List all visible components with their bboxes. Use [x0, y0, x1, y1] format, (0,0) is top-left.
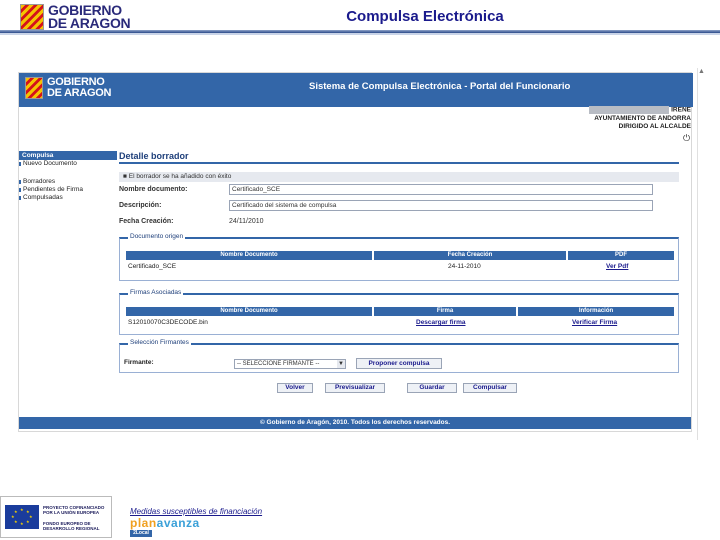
download-signature-link[interactable]: Descargar firma [416, 319, 466, 326]
signer-label: Firmante: [124, 359, 154, 366]
name-row: Nombre documento: Certificado_SCE [119, 182, 679, 198]
frame-scrollbar[interactable] [697, 68, 705, 440]
signatures-section: Firmas Asociadas Nombre Documento Firma … [119, 289, 679, 335]
signers-title: Selección Firmantes [128, 339, 191, 346]
name-field[interactable]: Certificado_SCE [229, 184, 653, 195]
slide-header: GOBIERNO DE ARAGON Compulsa Electrónica [0, 0, 720, 36]
eu-text-line4: DESARROLLO REGIONAL [43, 526, 100, 531]
signatures-title: Firmas Asociadas [128, 289, 184, 296]
signature-doc-name: S12010070C3DECODE.bin [128, 319, 208, 326]
sidebar-item-new-document[interactable]: Nuevo Documento [19, 160, 117, 168]
success-message: ■ El borrador se ha añadido con éxito [119, 172, 679, 182]
col-document-name: Nombre Documento [126, 251, 372, 260]
slide-title: Compulsa Electrónica [346, 8, 504, 25]
original-doc-date: 24-11-2010 [448, 263, 481, 270]
sidebar: Compulsa Nuevo Documento Borradores Pend… [19, 151, 117, 202]
description-row: Descripción: Certificado del sistema de … [119, 198, 679, 214]
original-doc-name: Certificado_SCE [128, 263, 177, 270]
portal-logo[interactable]: GOBIERNO DE ARAGON [25, 77, 111, 99]
funding-text: Medidas susceptibles de financiación [130, 507, 263, 516]
portal-screenshot: GOBIERNO DE ARAGON Sistema de Compulsa E… [18, 72, 693, 432]
date-row: Fecha Creación: 24/11/2010 [119, 214, 679, 230]
user-name: IRENE [671, 106, 691, 114]
sidebar-header: Compulsa [19, 151, 117, 160]
redacted-user-name [589, 106, 670, 114]
plan-logo-text-b: avanza [156, 516, 200, 530]
sidebar-item-drafts[interactable]: Borradores [19, 178, 117, 186]
name-label: Nombre documento: [119, 186, 188, 193]
portal-header: GOBIERNO DE ARAGON Sistema de Compulsa E… [19, 73, 693, 107]
plan-local-badge: 2Local [130, 530, 152, 537]
aragon-flag-icon [20, 4, 44, 30]
plan-logo-text-a: plan [130, 516, 157, 530]
preview-button[interactable]: Previsualizar [325, 383, 385, 393]
col-creation-date: Fecha Creación [374, 251, 566, 260]
sidebar-item-certified[interactable]: Compulsadas [19, 194, 117, 202]
user-info: IRENE AYUNTAMIENTO DE ANDORRA DIRIGIDO A… [579, 106, 691, 131]
portal-title: Sistema de Compulsa Electrónica - Portal… [309, 81, 571, 92]
verify-signature-link[interactable]: Verificar Firma [572, 319, 617, 326]
eu-flag-icon: ★ ★ ★ ★ ★ ★ ★ ★ [5, 505, 39, 529]
gobierno-aragon-logo: GOBIERNO DE ARAGON [20, 2, 132, 32]
signer-select[interactable]: -- SELECCIONE FIRMANTE -- ▼ [234, 359, 346, 369]
header-divider-light [0, 33, 720, 35]
main-content: Detalle borrador ■ El borrador se ha aña… [119, 151, 679, 230]
col-pdf: PDF [568, 251, 674, 260]
description-label: Descripción: [119, 202, 162, 209]
user-role: DIRIGIDO AL ALCALDE [618, 122, 691, 130]
eu-text-line2: POR LA UNIÓN EUROPEA [43, 510, 100, 515]
save-button[interactable]: Guardar [407, 383, 457, 393]
eu-funding-logo: ★ ★ ★ ★ ★ ★ ★ ★ PROYECTO COFINANCIADO POR LA … [0, 496, 112, 538]
propose-certification-button[interactable]: Proponer compulsa [356, 358, 442, 369]
user-org: AYUNTAMIENTO DE ANDORRA [594, 114, 691, 122]
col-signature-document: Nombre Documento [126, 307, 372, 316]
chevron-down-icon: ▼ [337, 360, 345, 368]
scroll-up-icon[interactable]: ▲ [698, 68, 705, 75]
portal-footer: © Gobierno de Aragón, 2010. Todos los de… [19, 417, 691, 429]
logo-line2: DE ARAGON [48, 15, 131, 31]
page-title: Detalle borrador [119, 151, 189, 161]
certify-button[interactable]: Compulsar [463, 383, 517, 393]
signers-section: Selección Firmantes Firmante: -- SELECCI… [119, 339, 679, 373]
sidebar-item-pending-signature[interactable]: Pendientes de Firma [19, 186, 117, 194]
col-information: Información [518, 307, 674, 316]
logout-icon[interactable]: ⏻ [683, 133, 690, 144]
description-field[interactable]: Certificado del sistema de compulsa [229, 200, 653, 211]
date-label: Fecha Creación: [119, 218, 174, 225]
aragon-flag-icon [25, 77, 43, 99]
original-document-section: Documento origen Nombre Documento Fecha … [119, 233, 679, 281]
view-pdf-link[interactable]: Ver Pdf [606, 263, 628, 270]
title-divider [119, 162, 679, 164]
portal-logo-line2: DE ARAGON [47, 87, 112, 99]
col-signature: Firma [374, 307, 516, 316]
original-document-title: Documento origen [128, 233, 186, 240]
date-value: 24/11/2010 [229, 218, 264, 225]
back-button[interactable]: Volver [277, 383, 313, 393]
plan-avanza-logo: planavanza [130, 516, 200, 530]
